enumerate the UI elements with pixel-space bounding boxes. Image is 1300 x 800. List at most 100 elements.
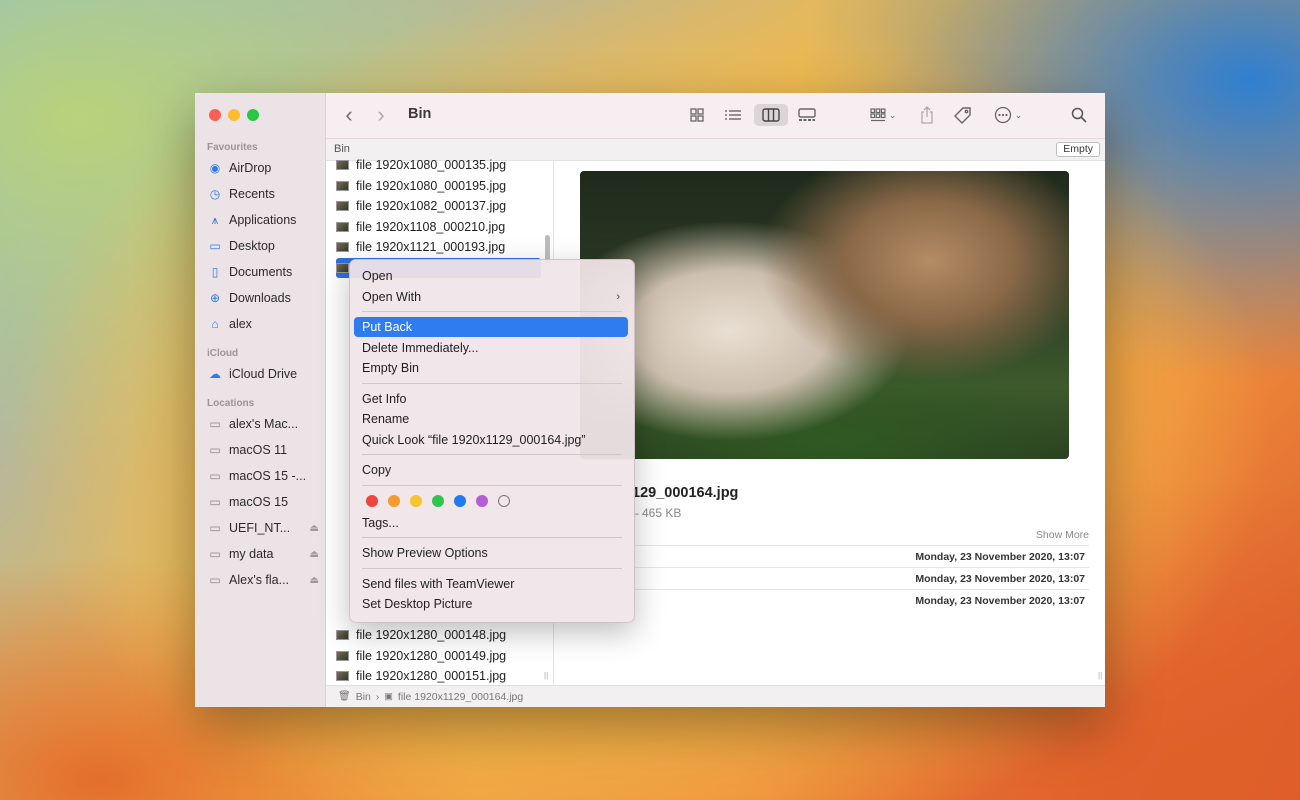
menu-item-get-info[interactable]: Get Info [354, 389, 628, 409]
info-row-last-opened: Monday, 23 November 2020, 13:07 [632, 589, 1089, 611]
sidebar-item-my-data[interactable]: ▭ my data ⏏ [207, 544, 319, 564]
sidebar-item-recents[interactable]: ◷ Recents [207, 184, 319, 204]
sidebar-item-macos-15[interactable]: ▭ macOS 15 [207, 492, 319, 512]
close-button[interactable] [209, 109, 221, 121]
eject-icon[interactable]: ⏏ [310, 549, 319, 560]
tags-button[interactable] [952, 104, 974, 126]
sidebar-item-label: UEFI_NT... [229, 521, 291, 535]
info-row-created: Monday, 23 November 2020, 13:07 [632, 545, 1089, 567]
grid-icon [690, 108, 704, 122]
sidebar-item-alex-s-mac[interactable]: ▭ alex's Mac... [207, 414, 319, 434]
disk-icon: ▭ [209, 547, 221, 561]
share-button[interactable] [916, 104, 938, 126]
gallery-view-button[interactable] [792, 104, 822, 126]
empty-bin-button[interactable]: Empty [1056, 142, 1100, 157]
file-row[interactable]: file 1920x1280_000149.jpg [336, 646, 541, 666]
tag-color-3[interactable] [432, 494, 444, 507]
menu-separator [362, 454, 622, 455]
path-item-bin[interactable]: Bin [356, 691, 371, 703]
file-row[interactable]: file 1920x1080_000195.jpg [336, 176, 541, 196]
image-thumbnail-icon [336, 262, 349, 273]
tag-icon [954, 107, 971, 124]
menu-item-copy[interactable]: Copy [354, 460, 628, 480]
group-by-button[interactable]: ⌄ [864, 104, 902, 126]
disk-icon: ▭ [209, 573, 221, 587]
trash-icon: 🗑 [338, 691, 351, 702]
sidebar-item-downloads[interactable]: ⊕ Downloads [207, 288, 319, 308]
menu-item-delete-immediately[interactable]: Delete Immediately... [354, 338, 628, 358]
zoom-button[interactable] [247, 109, 259, 121]
sidebar-item-label: iCloud Drive [229, 367, 298, 381]
menu-item-tags[interactable]: Tags... [354, 513, 628, 533]
list-view-button[interactable] [720, 104, 746, 126]
file-row[interactable]: file 1920x1108_000210.jpg [336, 217, 541, 237]
sidebar-item-label: Documents [229, 265, 293, 279]
image-thumbnail-icon [336, 671, 349, 681]
file-name: file 1920x1280_000148.jpg [356, 628, 507, 642]
clock-icon: ◷ [209, 187, 221, 201]
sidebar-item-airdrop[interactable]: ◉ AirDrop [207, 158, 319, 178]
menu-separator [362, 311, 622, 312]
info-value: Monday, 23 November 2020, 13:07 [915, 573, 1085, 585]
file-row[interactable]: file 1920x1080_000135.jpg [336, 155, 541, 175]
file-row[interactable]: file 1920x1121_000193.jpg [336, 237, 541, 257]
preview-title: 129_000164.jpg [632, 485, 739, 501]
chevron-down-icon: ⌄ [1014, 109, 1023, 120]
eject-icon[interactable]: ⏏ [310, 575, 319, 586]
sidebar-item-macos-15[interactable]: ▭ macOS 15 -... [207, 466, 319, 486]
file-name: file 1920x1280_000151.jpg [356, 669, 507, 683]
file-row[interactable]: file 1920x1280_000151.jpg [336, 666, 541, 686]
menu-item-set-desktop-picture[interactable]: Set Desktop Picture [354, 594, 628, 614]
path-item-file[interactable]: file 1920x1129_000164.jpg [398, 691, 523, 703]
minimize-button[interactable] [228, 109, 240, 121]
menu-item-put-back[interactable]: Put Back [354, 317, 628, 337]
tag-color-2[interactable] [410, 494, 422, 507]
icon-view-button[interactable] [684, 104, 710, 126]
sidebar-item-alex[interactable]: ⌂ alex [207, 314, 319, 334]
context-menu: Open Open With › Put Back Delete Immediately… [349, 259, 635, 623]
forward-button[interactable]: › [372, 102, 390, 127]
sidebar-item-applications[interactable]: ⩚ Applications [207, 210, 319, 230]
sidebar-item-uefi-nt[interactable]: ▭ UEFI_NT... ⏏ [207, 518, 319, 538]
image-thumbnail-icon [336, 180, 349, 191]
file-row[interactable]: file 1920x1082_000137.jpg [336, 196, 541, 216]
column-resize-handle[interactable]: || [1098, 671, 1102, 680]
sidebar-item-macos-11[interactable]: ▭ macOS 11 [207, 440, 319, 460]
gallery-icon [798, 108, 816, 121]
menu-item-open-with[interactable]: Open With › [354, 287, 628, 307]
file-row[interactable]: file 1920x1280_000148.jpg [336, 625, 541, 645]
image-thumbnail-icon [336, 630, 349, 640]
sidebar-item-label: Desktop [229, 239, 275, 253]
search-button[interactable] [1068, 104, 1090, 126]
tag-color-0[interactable] [366, 494, 378, 507]
column-resize-handle[interactable]: || [544, 671, 548, 680]
actions-button[interactable]: ⌄ [990, 104, 1026, 126]
sidebar-item-label: Applications [229, 213, 297, 227]
menu-item-empty-bin[interactable]: Empty Bin [354, 358, 628, 378]
sidebar-item-alex-s-fla[interactable]: ▭ Alex's fla... ⏏ [207, 570, 319, 590]
airdrop-icon: ◉ [209, 161, 221, 175]
chevron-left-icon: ‹ [345, 102, 353, 127]
menu-separator [362, 567, 622, 569]
eject-icon[interactable]: ⏏ [310, 523, 319, 534]
sidebar-item-desktop[interactable]: ▭ Desktop [207, 236, 319, 256]
menu-item-send-files-with-teamviewer[interactable]: Send files with TeamViewer [354, 574, 628, 594]
chevron-right-icon: › [377, 102, 385, 127]
tag-color-4[interactable] [454, 494, 466, 507]
tag-color-5[interactable] [476, 494, 488, 507]
window-title: Bin [408, 106, 432, 122]
disk-icon: ▭ [209, 443, 221, 457]
tag-color-6[interactable] [498, 494, 510, 507]
sidebar-item-documents[interactable]: ▯ Documents [207, 262, 319, 282]
menu-item-quick-look-file-1920x1129-000164-jpg[interactable]: Quick Look “file 1920x1129_000164.jpg” [354, 430, 628, 450]
menu-item-rename[interactable]: Rename [354, 409, 628, 429]
tag-color-1[interactable] [388, 494, 400, 507]
menu-item-open[interactable]: Open [354, 266, 628, 286]
sidebar-item-icloud-drive[interactable]: ☁ iCloud Drive [207, 364, 319, 384]
download-icon: ⊕ [209, 291, 221, 305]
menu-item-show-preview-options[interactable]: Show Preview Options [354, 543, 628, 563]
column-view-button[interactable] [754, 104, 788, 126]
back-button[interactable]: ‹ [340, 102, 358, 127]
show-more-link[interactable]: Show More [1036, 529, 1089, 541]
file-name: file 1920x1082_000137.jpg [356, 199, 507, 213]
